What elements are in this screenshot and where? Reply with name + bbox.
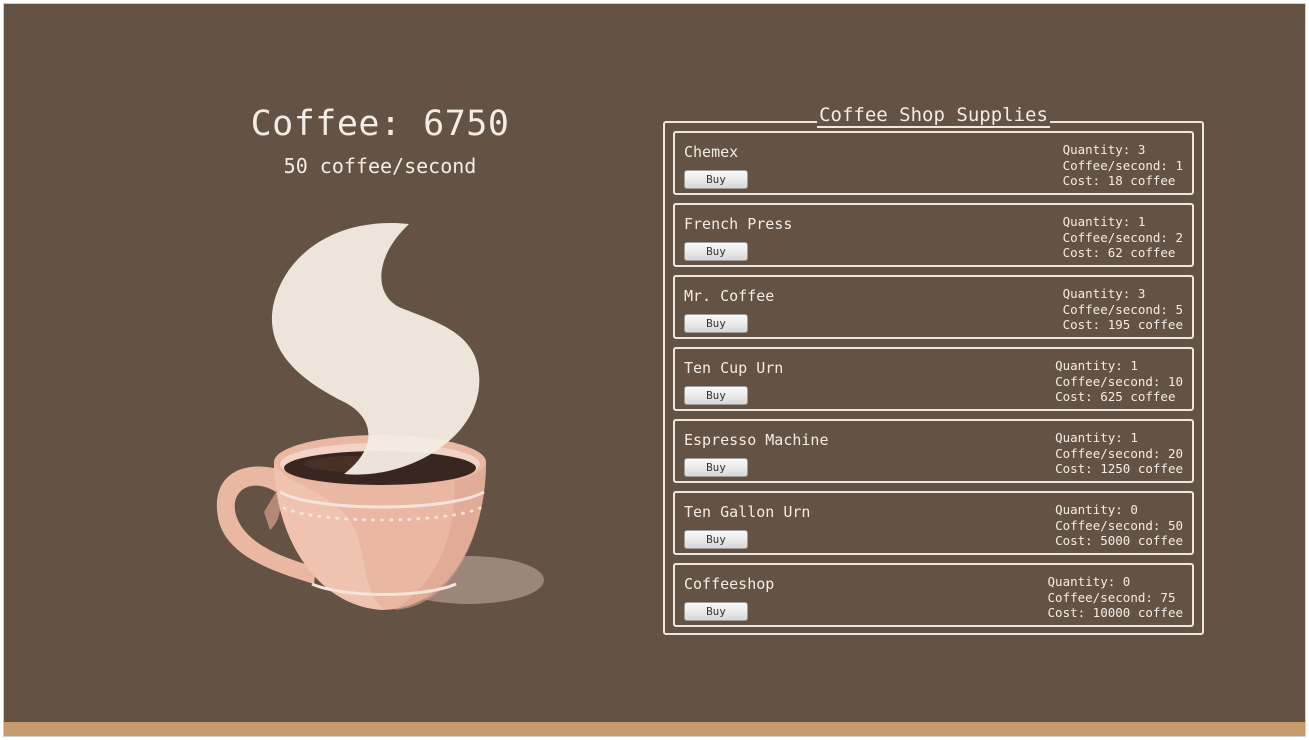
item-name: Chemex [684, 143, 739, 161]
item-name: Coffeeshop [684, 575, 775, 593]
item-stats: Quantity: 3 Coffee/second: 1 Cost: 18 coff… [1063, 142, 1183, 189]
item-cost: Cost: 195 coffee [1062, 317, 1183, 332]
item-cost: Cost: 10000 coffee [1047, 605, 1183, 620]
store-item-french-press: French Press Buy Quantity: 1 Coffee/secon… [673, 203, 1194, 267]
item-coffee-per-second: Coffee/second: 1 [1062, 157, 1183, 173]
buy-coffeeshop-button[interactable]: Buy [684, 602, 748, 621]
store-item-coffeeshop: Coffeeshop Buy Quantity: 0 Coffee/second:… [673, 563, 1194, 627]
store-title: Coffee Shop Supplies [817, 104, 1050, 128]
item-name: Espresso Machine [684, 431, 829, 449]
item-coffee-per-second: Coffee/second: 75 [1047, 589, 1176, 605]
item-cost: Cost: 625 coffee [1055, 389, 1176, 404]
item-stats: Quantity: 1 Coffee/second: 20 Cost: 1250 c… [1055, 430, 1183, 477]
coffee-cup-icon[interactable] [204, 212, 564, 622]
item-cost: Cost: 62 coffee [1062, 245, 1176, 260]
buy-mr-coffee-button[interactable]: Buy [684, 314, 748, 333]
buy-ten-gallon-urn-button[interactable]: Buy [684, 530, 748, 549]
item-coffee-per-second: Coffee/second: 50 [1055, 517, 1183, 533]
item-stats: Quantity: 1 Coffee/second: 2 Cost: 62 coff… [1063, 214, 1183, 261]
store-item-chemex: Chemex Buy Quantity: 3 Coffee/second: 1 Co… [673, 131, 1194, 195]
buy-french-press-button[interactable]: Buy [684, 242, 748, 261]
item-stats: Quantity: 0 Coffee/second: 50 Cost: 5000 c… [1055, 502, 1183, 549]
store-items: Chemex Buy Quantity: 3 Coffee/second: 1 Co… [673, 131, 1194, 635]
item-quantity: Quantity: 3 [1062, 286, 1146, 301]
item-stats: Quantity: 0 Coffee/second: 75 Cost: 10000 … [1048, 574, 1183, 621]
item-quantity: Quantity: 1 [1055, 430, 1138, 445]
item-quantity: Quantity: 1 [1062, 214, 1146, 229]
item-coffee-per-second: Coffee/second: 20 [1055, 445, 1183, 461]
item-cost: Cost: 18 coffee [1062, 173, 1176, 188]
item-coffee-per-second: Coffee/second: 10 [1055, 373, 1183, 389]
item-quantity: Quantity: 0 [1055, 502, 1138, 517]
buy-chemex-button[interactable]: Buy [684, 170, 748, 189]
coffee-rate: 50 coffee/second [283, 154, 477, 178]
item-coffee-per-second: Coffee/second: 2 [1062, 229, 1183, 245]
item-name: French Press [684, 215, 793, 233]
store-panel: Coffee Shop Supplies Chemex Buy Quantity… [663, 104, 1204, 635]
coffee-counter: Coffee: 6750 50 coffee/second [180, 104, 580, 178]
game-area: Coffee: 6750 50 coffee/second Coffee Sho… [3, 3, 1306, 737]
item-name: Mr. Coffee [684, 287, 775, 305]
floor-strip [4, 722, 1305, 736]
item-quantity: Quantity: 0 [1047, 574, 1131, 589]
store-item-mr-coffee: Mr. Coffee Buy Quantity: 3 Coffee/second:… [673, 275, 1194, 339]
item-cost: Cost: 5000 coffee [1055, 533, 1183, 548]
item-stats: Quantity: 3 Coffee/second: 5 Cost: 195 cof… [1063, 286, 1183, 333]
item-coffee-per-second: Coffee/second: 5 [1062, 301, 1183, 317]
item-name: Ten Cup Urn [684, 359, 784, 377]
item-quantity: Quantity: 1 [1055, 358, 1138, 373]
store-item-espresso-machine: Espresso Machine Buy Quantity: 1 Coffee/s… [673, 419, 1194, 483]
item-quantity: Quantity: 3 [1062, 142, 1146, 157]
store-item-ten-cup-urn: Ten Cup Urn Buy Quantity: 1 Coffee/second… [673, 347, 1194, 411]
coffee-count: Coffee: 6750 [250, 104, 510, 144]
item-stats: Quantity: 1 Coffee/second: 10 Cost: 625 co… [1055, 358, 1183, 405]
item-name: Ten Gallon Urn [684, 503, 811, 521]
buy-ten-cup-urn-button[interactable]: Buy [684, 386, 748, 405]
item-cost: Cost: 1250 coffee [1055, 461, 1183, 476]
store-item-ten-gallon-urn: Ten Gallon Urn Buy Quantity: 0 Coffee/sec… [673, 491, 1194, 555]
buy-espresso-machine-button[interactable]: Buy [684, 458, 748, 477]
